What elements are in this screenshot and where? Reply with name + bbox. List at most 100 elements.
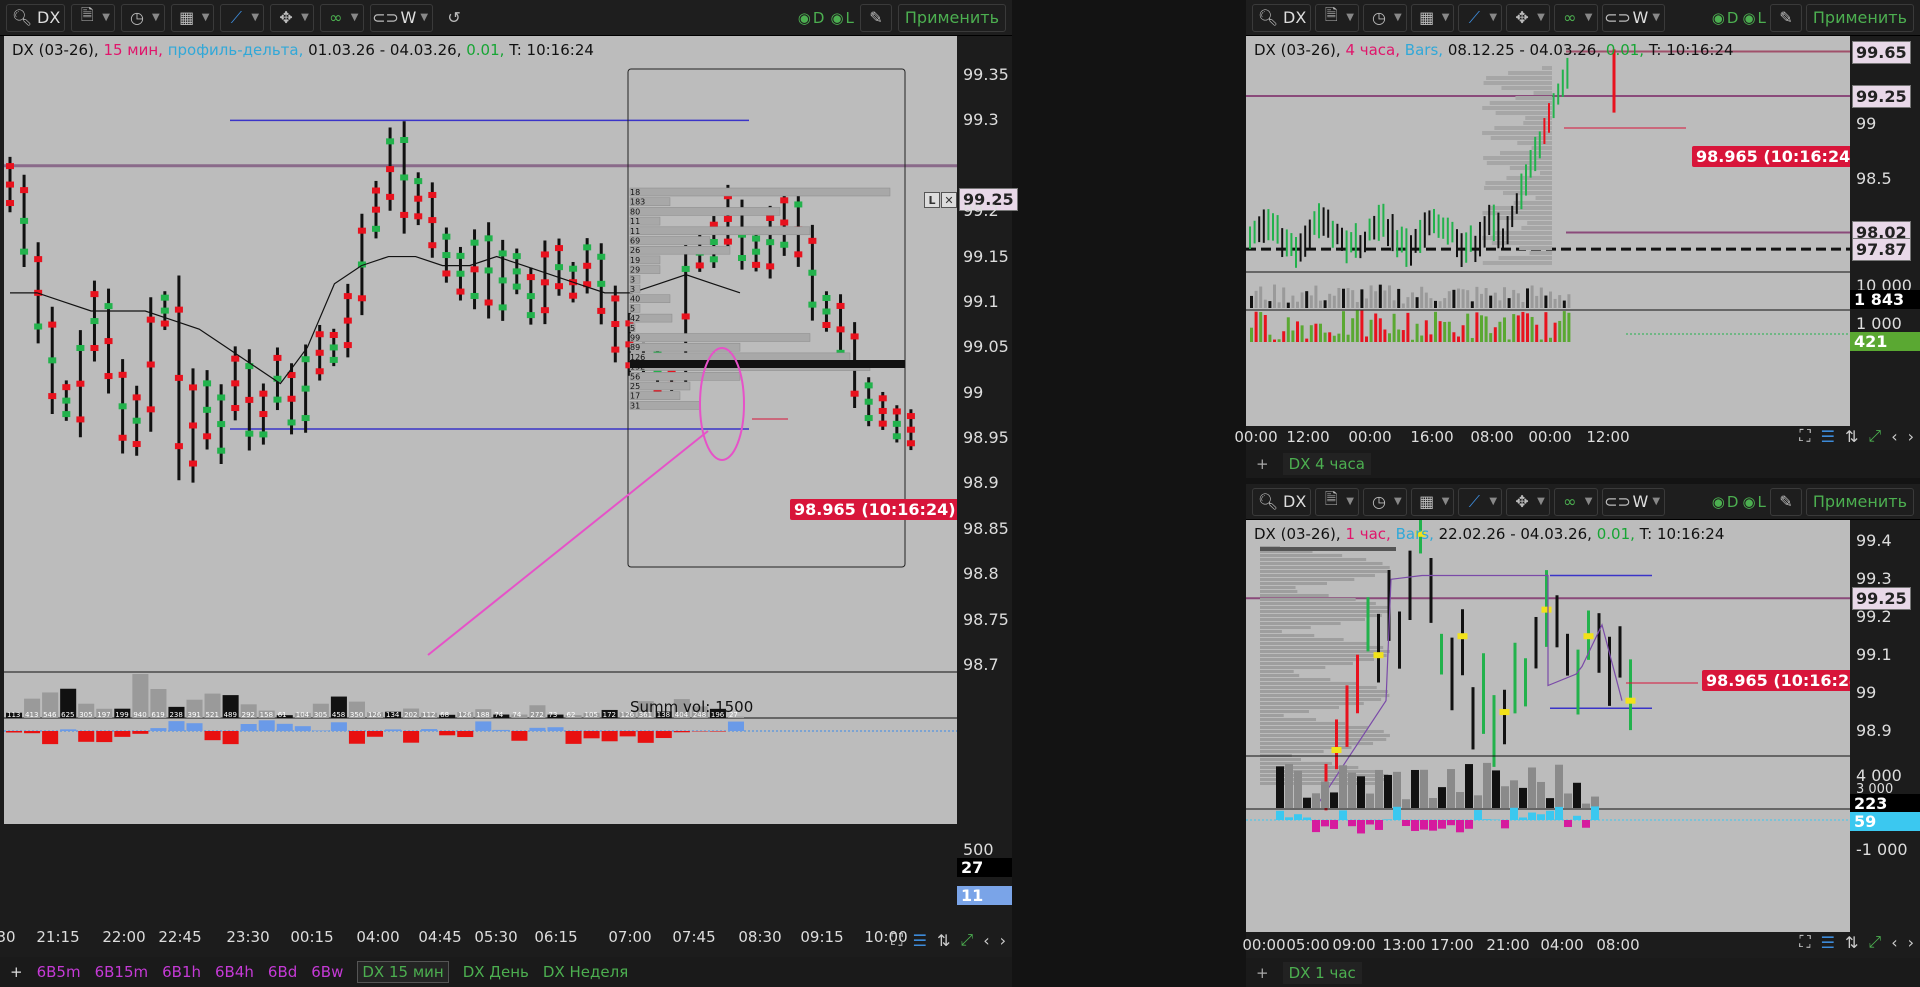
footprint-cell [766,239,775,246]
level-l-button[interactable]: L [924,192,940,208]
main-time-axis[interactable]: ⛶ ☰ ⇅ ⤢ ‹ › 30 21:15 22:00 22:45 23:30 00:15 0… [0,924,1012,957]
tab-dx-4h[interactable]: DX 4 часа [1282,453,1371,475]
chevron-right-icon[interactable]: › [1908,427,1914,446]
footprint-cell [400,174,409,181]
time-tick: 05:30 [474,928,518,946]
draw-button[interactable]: ✎ [1769,487,1802,516]
scale-icon[interactable]: ⇅ [1845,427,1858,446]
symbol-selector[interactable]: 🔍︎ DX [6,3,66,32]
delta-bar [1415,323,1419,342]
delta-bar [1489,333,1493,342]
tab-dx-1h[interactable]: DX 1 час [1282,961,1362,984]
bottom-right-time-axis[interactable]: ⛶ ☰ ⇅ ⤢ ‹ › 00:00 05:00 09:00 13:00 17:00 21:… [1242,932,1920,958]
template-button[interactable]: 🗎 ▼ [1315,487,1359,516]
scale-icon[interactable]: ⇅ [1845,933,1858,952]
settings-sliders-icon[interactable]: ☰ [1821,933,1835,952]
link-button[interactable]: ∞ ▼ [319,3,364,32]
chevron-left-icon[interactable]: ‹ [1891,933,1897,952]
symbol-selector[interactable]: 🔍︎ DX [1252,487,1312,516]
indicators-button[interactable]: ⟋ ▼ [1458,3,1503,32]
chevron-left-icon[interactable]: ‹ [983,931,989,950]
footprint-cell [442,252,451,259]
apply-button[interactable]: Применить [1805,487,1914,516]
timeframe-button[interactable]: ◷ ▼ [1362,487,1407,516]
settings-sliders-icon[interactable]: ☰ [1821,427,1835,446]
volume-bar [1305,291,1309,308]
visibility-d-toggle[interactable]: ◉ D [798,9,825,27]
draw-button[interactable]: ✎ [1769,3,1802,32]
template-button[interactable]: 🗎 ▼ [71,3,115,32]
tab-dx-неделя[interactable]: DX Неделя [543,963,628,981]
period-button[interactable]: ⊂⊃ W ▼ [369,3,434,32]
date-range-button[interactable]: ▦ ▼ [1410,3,1455,32]
volume-bar [1273,284,1276,308]
indicators-button[interactable]: ⟋ ▼ [1458,487,1503,516]
add-tab-button[interactable]: + [10,963,23,981]
crosshair-button[interactable]: ✥ ▼ [1506,487,1550,516]
timeframe-button[interactable]: ◷ ▼ [1362,3,1407,32]
top-right-chart-canvas[interactable]: DX (03-26), 4 часа, Bars, 08.12.25 - 04.… [1246,36,1850,426]
top-right-price-axis[interactable]: 99.65 99.25 99 98.5 98.02 97.87 10 000 1 843 1 0… [1850,36,1920,426]
delta-bar [1285,817,1293,820]
volume-value: 112 [422,711,435,719]
period-button[interactable]: ⊂⊃ W ▼ [1601,3,1666,32]
tab-6bw[interactable]: 6Bw [311,963,343,981]
level-close-button[interactable]: ✕ [941,192,957,208]
profile-value: 42 [630,314,640,323]
visibility-l-toggle[interactable]: ◉ L [830,9,853,27]
tab-dx-15-мин[interactable]: DX 15 мин [357,961,449,983]
tab-dx-день[interactable]: DX День [463,963,529,981]
expand-icon[interactable]: ⤢ [1868,932,1881,952]
tab-6b5m[interactable]: 6B5m [37,963,81,981]
indicators-button[interactable]: ⟋ ▼ [220,3,265,32]
chevron-left-icon[interactable]: ‹ [1891,427,1897,446]
link-button[interactable]: ∞ ▼ [1553,487,1598,516]
main-nav-icons: ⛶ ☰ ⇅ ⤢ ‹ › [891,930,1006,950]
tab-6bd[interactable]: 6Bd [268,963,297,981]
expand-icon[interactable]: ⤢ [1868,426,1881,446]
settings-sliders-icon[interactable]: ☰ [913,931,927,950]
visibility-d-toggle[interactable]: ◉ D [1712,9,1739,27]
chevron-right-icon[interactable]: › [1000,931,1006,950]
apply-button[interactable]: Применить [1805,3,1914,32]
crosshair-button[interactable]: ✥ ▼ [1506,3,1550,32]
tab-6b15m[interactable]: 6B15m [95,963,149,981]
link-button[interactable]: ∞ ▼ [1553,3,1598,32]
visibility-d-toggle[interactable]: ◉ D [1712,493,1739,511]
undo-button[interactable]: ↺ [439,4,469,32]
bottom-right-chart-canvas[interactable]: DX (03-26), 1 час, Bars, 22.02.26 - 04.0… [1246,520,1850,932]
visibility-l-toggle[interactable]: ◉ L [1742,9,1765,27]
footprint-cell [62,411,71,418]
chevron-down-icon: ▼ [251,12,260,23]
scale-icon[interactable]: ⇅ [937,931,950,950]
template-button[interactable]: 🗎 ▼ [1315,3,1359,32]
draw-button[interactable]: ✎ [859,3,892,32]
add-tab-button[interactable]: + [1256,964,1269,982]
fullscreen-icon[interactable]: ⛶ [1799,932,1810,952]
volume-bar [1567,294,1571,308]
add-tab-button[interactable]: + [1256,455,1269,473]
visibility-l-toggle[interactable]: ◉ L [1742,493,1765,511]
main-price-axis[interactable]: 99.25 99.35 99.3 99.2 99.15 99.1 99.05 99 98.95… [957,36,1018,824]
apply-button[interactable]: Применить [897,3,1006,32]
main-toolbar: 🔍︎ DX 🗎 ▼ ◷ ▼ ▦ ▼ ⟋ ▼ ✥ ▼ ∞ ▼ ⊂⊃ W ▼ ↺ ◉ D ◉ L ✎ Пр… [0,0,1012,36]
main-chart-canvas[interactable]: 1818380111169261929334054259989126152562… [4,36,957,824]
symbol-selector[interactable]: 🔍︎ DX [1252,3,1312,32]
price-tick: 98.85 [963,518,1009,538]
tab-6b1h[interactable]: 6B1h [162,963,201,981]
fullscreen-icon[interactable]: ⛶ [1799,426,1810,446]
expand-icon[interactable]: ⤢ [960,930,973,950]
date-range-button[interactable]: ▦ ▼ [1410,487,1455,516]
delta-bar [1510,807,1518,820]
period-button[interactable]: ⊂⊃ W ▼ [1601,487,1666,516]
volume-bar [1378,284,1382,308]
crosshair-button[interactable]: ✥ ▼ [270,3,314,32]
timeframe-button[interactable]: ◷ ▼ [120,3,165,32]
profile-bar [1260,638,1344,641]
tab-6b4h[interactable]: 6B4h [215,963,254,981]
chevron-right-icon[interactable]: › [1908,933,1914,952]
bottom-right-price-axis[interactable]: 99.4 99.3 99.25 99.2 99.1 99 98.9 4 000 3 000 223… [1850,520,1920,932]
top-right-time-axis[interactable]: ⛶ ☰ ⇅ ⤢ ‹ › 00:00 12:00 00:00 16:00 08:00 00:… [1234,426,1920,450]
date-range-button[interactable]: ▦ ▼ [170,3,215,32]
footprint-cell [132,417,141,424]
